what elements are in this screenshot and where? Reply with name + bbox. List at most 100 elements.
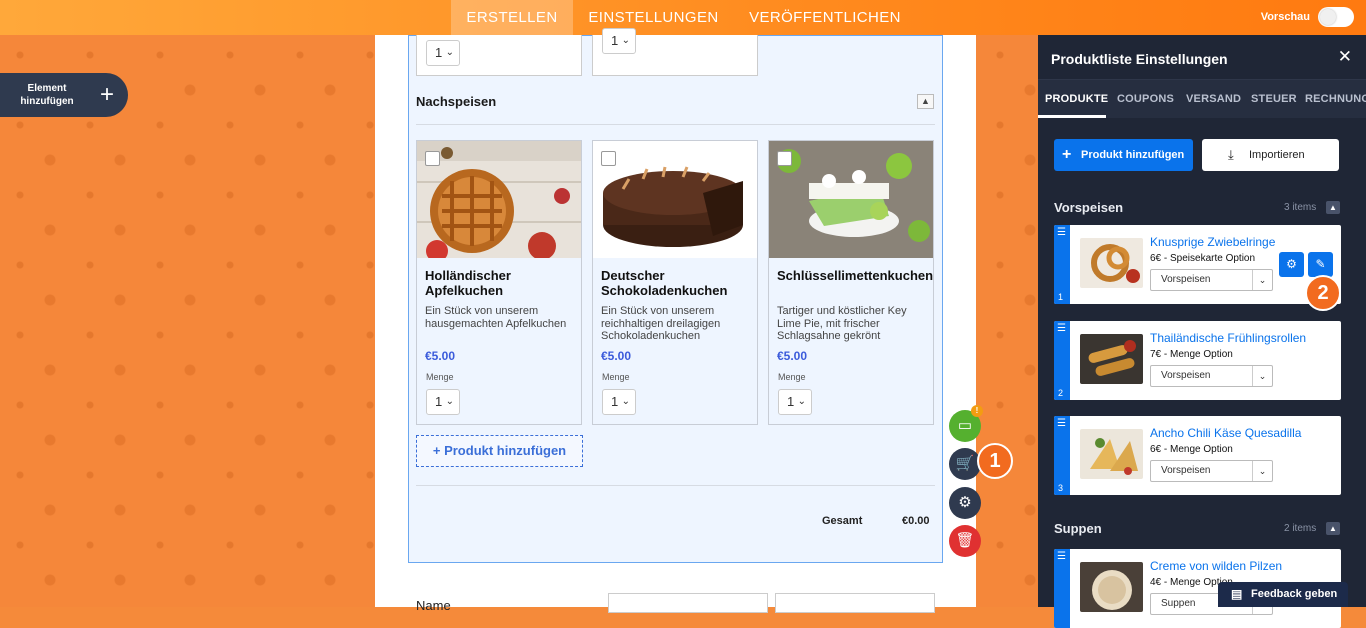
drag-handle[interactable]: ☰ 3 bbox=[1054, 416, 1070, 495]
product-price: €5.00 bbox=[777, 349, 808, 363]
product-checkbox[interactable] bbox=[777, 151, 792, 166]
product-list-item[interactable]: ☰ 3 Ancho Chili Käse Quesadilla 6€ - Meng… bbox=[1054, 416, 1341, 495]
quantity-select[interactable]: 1 ⌄ bbox=[778, 389, 812, 415]
chevron-down-icon: ⌄ bbox=[1252, 270, 1272, 290]
tab-produkte[interactable]: PRODUKTE bbox=[1045, 93, 1108, 105]
chevron-down-icon: ⌄ bbox=[621, 396, 630, 407]
step-badge-1: 1 bbox=[977, 443, 1013, 479]
product-checkbox[interactable] bbox=[425, 151, 440, 166]
chevron-down-icon: ⌄ bbox=[1252, 366, 1272, 386]
divider bbox=[416, 485, 935, 486]
close-icon[interactable]: ✕ bbox=[1338, 47, 1352, 67]
drag-handle[interactable]: ☰ bbox=[1054, 549, 1070, 628]
category-select[interactable]: Vorspeisen ⌄ bbox=[1150, 269, 1273, 291]
collapse-button[interactable]: ▲ bbox=[917, 94, 934, 109]
product-card[interactable]: Holländischer Apfelkuchen Ein Stück von … bbox=[416, 140, 582, 425]
chat-icon: ▤ bbox=[1231, 587, 1243, 601]
product-list-item[interactable]: ☰ 1 Knusprige Zwiebelringe 6€ - Speisekar… bbox=[1054, 225, 1341, 304]
product-card[interactable]: Deutscher Schokoladenkuchen Ein Stück vo… bbox=[592, 140, 758, 425]
panel-header: Produktliste Einstellungen ✕ bbox=[1038, 35, 1366, 80]
chevron-down-icon: ⌄ bbox=[797, 396, 806, 407]
chevron-down-icon: ⌄ bbox=[1252, 461, 1272, 481]
total-label: Gesamt bbox=[822, 515, 863, 527]
tab-veroeffentlichen[interactable]: VERÖFFENTLICHEN bbox=[734, 0, 916, 35]
tab-steuer[interactable]: STEUER bbox=[1251, 93, 1297, 105]
item-settings-button[interactable]: ⚙ bbox=[1279, 252, 1304, 277]
preview-control: Vorschau bbox=[1261, 7, 1354, 27]
group-title: Vorspeisen bbox=[1054, 200, 1124, 215]
settings-button[interactable]: ⚙ bbox=[949, 487, 981, 519]
product-name: Holländischer Apfelkuchen bbox=[425, 268, 511, 298]
feedback-button[interactable]: ▤ Feedback geben bbox=[1218, 582, 1348, 607]
chevron-down-icon: ⌄ bbox=[445, 47, 454, 58]
item-edit-button[interactable]: ✎ bbox=[1308, 252, 1333, 277]
quantity-select[interactable]: 1 ⌄ bbox=[426, 40, 460, 66]
add-product-button[interactable]: + Produkt hinzufügen bbox=[416, 435, 583, 467]
plus-icon: + bbox=[1062, 146, 1072, 163]
drag-icon: ☰ bbox=[1057, 227, 1066, 238]
category-select[interactable]: Vorspeisen ⌄ bbox=[1150, 460, 1273, 482]
product-item-name[interactable]: Creme von wilden Pilzen bbox=[1150, 559, 1282, 573]
product-card-partial: 1 ⌄ bbox=[416, 35, 582, 76]
product-list-item[interactable]: ☰ 2 Thailändische Frühlingsrollen 7€ - Me… bbox=[1054, 321, 1341, 400]
top-navigation-bar: ERSTELLEN EINSTELLUNGEN VERÖFFENTLICHEN … bbox=[0, 0, 1366, 35]
product-price: €5.00 bbox=[425, 349, 456, 363]
apple-pie-image bbox=[417, 141, 581, 258]
tab-versand[interactable]: VERSAND bbox=[1186, 93, 1241, 105]
mushroom-soup-thumbnail bbox=[1080, 562, 1143, 612]
plus-icon: + bbox=[100, 81, 115, 108]
quantity-select[interactable]: 1 ⌄ bbox=[426, 389, 460, 415]
quantity-label: Menge bbox=[602, 372, 630, 382]
tab-erstellen[interactable]: ERSTELLEN bbox=[451, 0, 573, 35]
cart-button[interactable]: 🛒 bbox=[949, 448, 981, 480]
divider bbox=[416, 124, 935, 125]
cart-icon: 🛒 bbox=[955, 455, 975, 472]
first-name-input[interactable] bbox=[608, 593, 768, 613]
product-item-name[interactable]: Ancho Chili Käse Quesadilla bbox=[1150, 426, 1301, 440]
tab-coupons[interactable]: COUPONS bbox=[1117, 93, 1174, 105]
group-title: Suppen bbox=[1054, 521, 1102, 536]
add-product-panel-button[interactable]: + Produkt hinzufügen bbox=[1054, 139, 1193, 171]
pencil-icon: ✎ bbox=[1315, 257, 1326, 271]
preview-toggle[interactable] bbox=[1318, 7, 1354, 27]
product-item-name[interactable]: Knusprige Zwiebelringe bbox=[1150, 235, 1275, 249]
warning-dot: ! bbox=[971, 405, 983, 417]
collapse-group-button[interactable]: ▲ bbox=[1326, 201, 1340, 214]
product-item-option: 6€ - Speisekarte Option bbox=[1150, 253, 1256, 264]
drag-handle[interactable]: ☰ 1 bbox=[1054, 225, 1070, 304]
product-name: Deutscher Schokoladenkuchen bbox=[601, 268, 728, 298]
collapse-group-button[interactable]: ▲ bbox=[1326, 522, 1340, 535]
group-count: 3 items bbox=[1284, 202, 1317, 213]
drag-icon: ☰ bbox=[1057, 418, 1066, 429]
import-button[interactable]: ⤓ Importieren bbox=[1202, 139, 1339, 171]
name-field-label: Name bbox=[416, 598, 451, 613]
last-name-input[interactable] bbox=[775, 593, 935, 613]
delete-button[interactable]: 🗑 bbox=[949, 525, 981, 557]
quantity-select[interactable]: 1 ⌄ bbox=[602, 389, 636, 415]
add-element-label: Element hinzufügen bbox=[20, 83, 74, 107]
quantity-select[interactable]: 1 ⌄ bbox=[602, 28, 636, 54]
step-badge-2: 2 bbox=[1305, 275, 1341, 311]
product-price: €5.00 bbox=[601, 349, 632, 363]
group-count: 2 items bbox=[1284, 523, 1317, 534]
quantity-label: Menge bbox=[426, 372, 454, 382]
product-checkbox[interactable] bbox=[601, 151, 616, 166]
preview-label: Vorschau bbox=[1260, 11, 1310, 23]
tab-rechnung[interactable]: RECHNUNG bbox=[1305, 93, 1366, 105]
product-description: Ein Stück von unserem hausgemachten Apfe… bbox=[425, 305, 567, 330]
tab-einstellungen[interactable]: EINSTELLUNGEN bbox=[573, 0, 734, 35]
add-element-button[interactable]: Element hinzufügen + bbox=[0, 73, 128, 117]
spring-rolls-thumbnail bbox=[1080, 334, 1143, 384]
category-select[interactable]: Vorspeisen ⌄ bbox=[1150, 365, 1273, 387]
product-card[interactable]: Schlüssellimettenkuchen Tartiger und kös… bbox=[768, 140, 934, 425]
product-item-option: 7€ - Menge Option bbox=[1150, 349, 1233, 360]
quesadilla-thumbnail bbox=[1080, 429, 1143, 479]
download-icon: ⤓ bbox=[1228, 147, 1234, 162]
chocolate-cake-image bbox=[593, 141, 757, 258]
drag-handle[interactable]: ☰ 2 bbox=[1054, 321, 1070, 400]
panel-tabs: PRODUKTE COUPONS VERSAND STEUER RECHNUNG bbox=[1038, 80, 1366, 118]
active-tab-indicator bbox=[1038, 115, 1106, 118]
onion-rings-thumbnail bbox=[1080, 238, 1143, 288]
product-description: Tartiger und köstlicher Key Lime Pie, mi… bbox=[777, 305, 907, 342]
product-item-name[interactable]: Thailändische Frühlingsrollen bbox=[1150, 331, 1306, 345]
